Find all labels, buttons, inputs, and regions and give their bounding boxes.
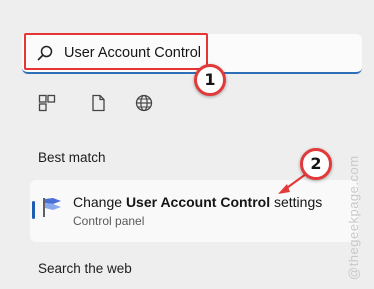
watermark: @thegeekpage.com bbox=[346, 155, 361, 280]
document-icon[interactable] bbox=[89, 94, 107, 112]
selection-indicator bbox=[32, 201, 35, 219]
apps-icon[interactable] bbox=[38, 94, 56, 112]
result-subtitle: Control panel bbox=[73, 214, 145, 228]
annotation-badge-2: 2 bbox=[300, 148, 332, 180]
best-match-heading: Best match bbox=[38, 150, 106, 165]
globe-icon[interactable] bbox=[135, 94, 153, 112]
search-web-heading: Search the web bbox=[38, 261, 132, 276]
annotation-highlight-box bbox=[24, 33, 208, 70]
uac-flag-icon bbox=[43, 198, 61, 217]
annotation-badge-1: 1 bbox=[194, 64, 226, 96]
